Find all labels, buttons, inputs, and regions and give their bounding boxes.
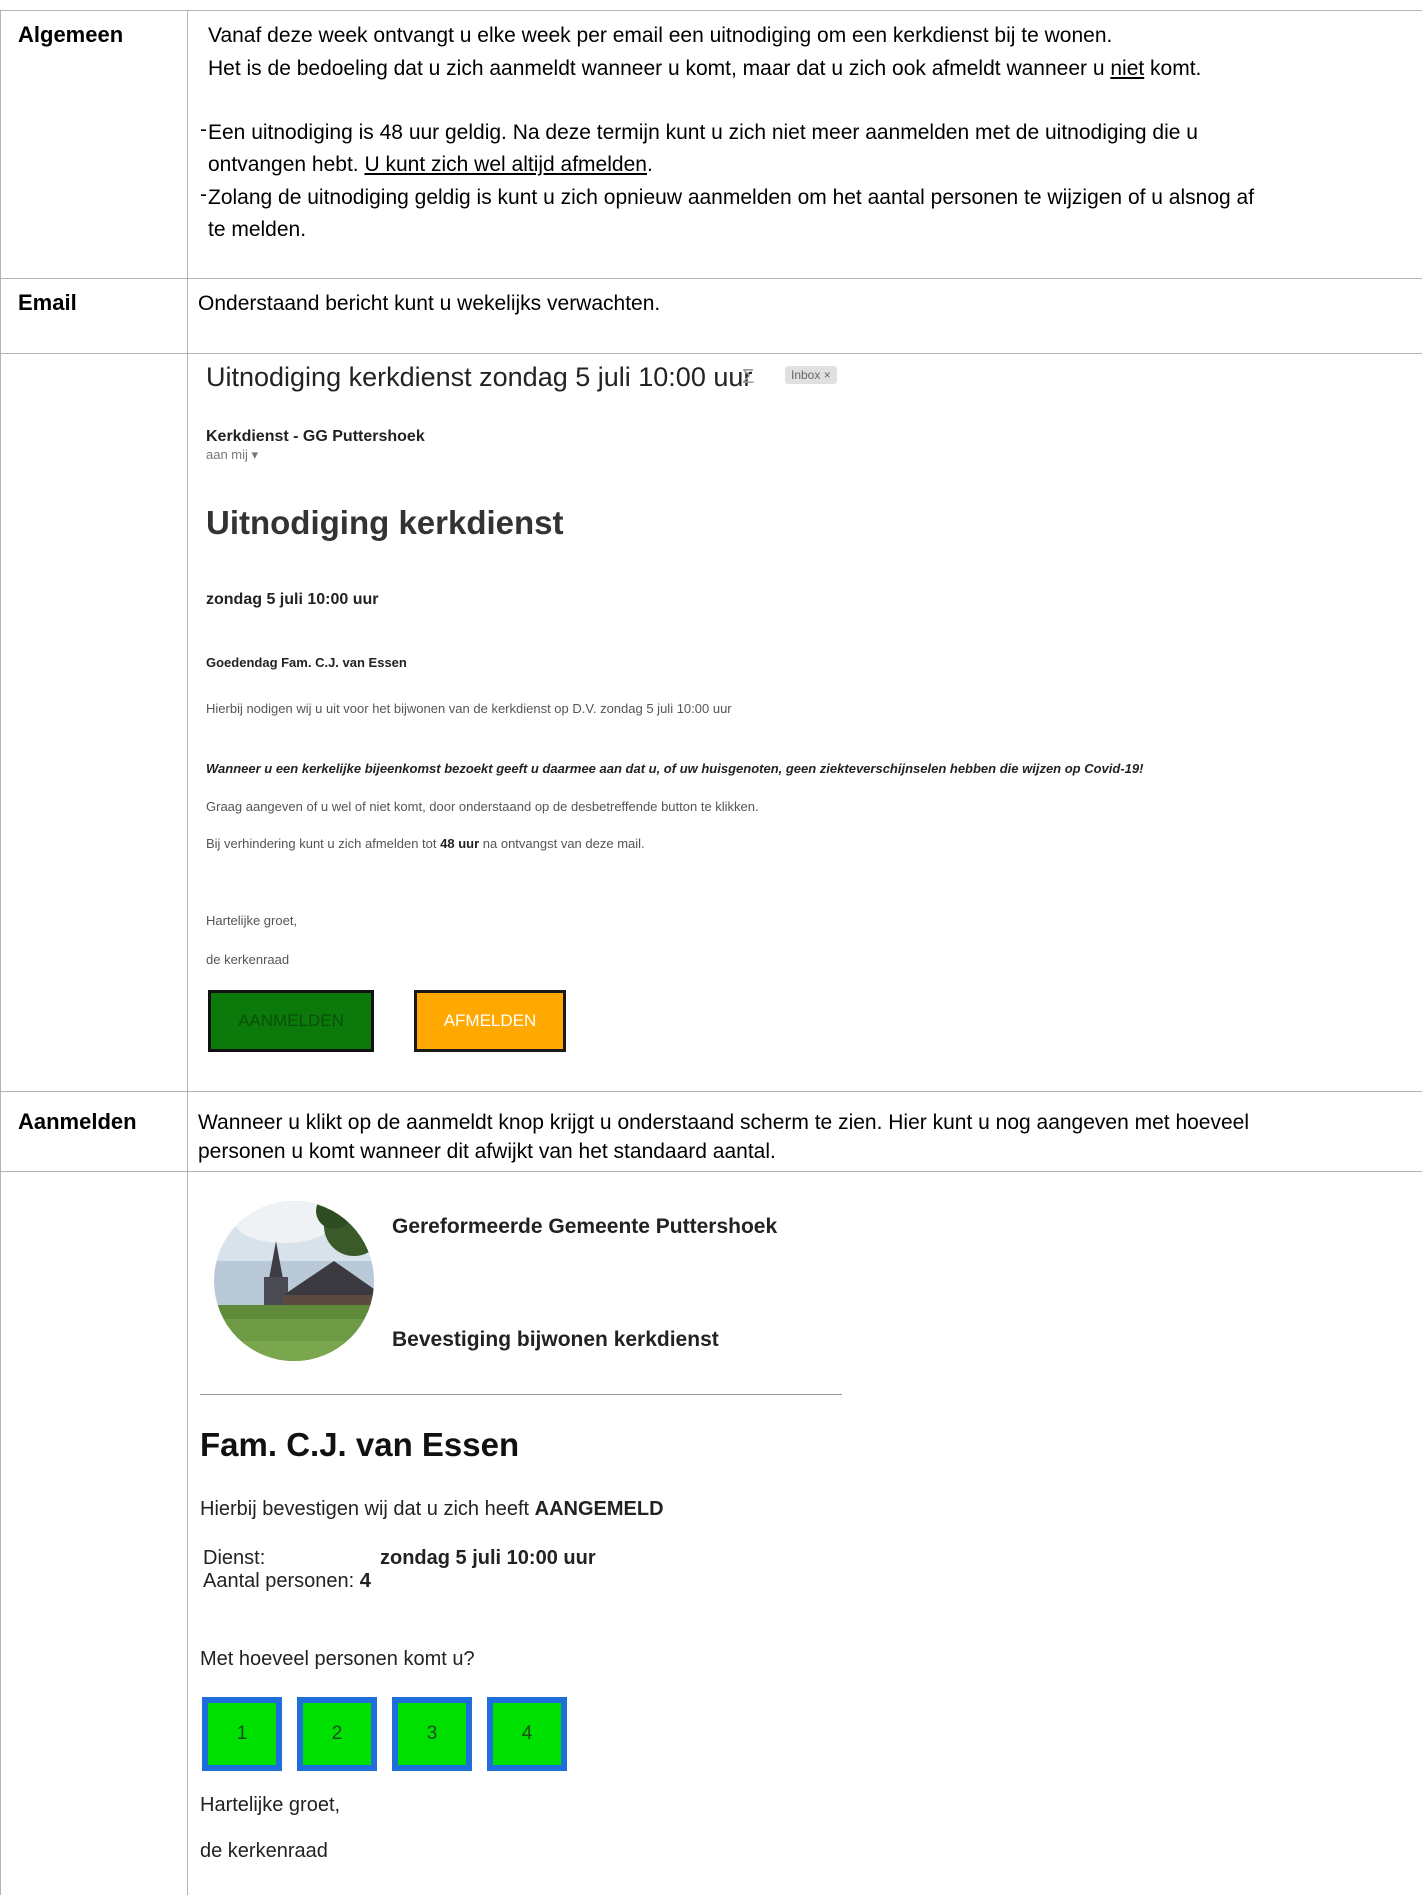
church-photo-icon	[214, 1201, 374, 1361]
mail-service-date: zondag 5 juli 10:00 uur	[206, 591, 379, 608]
table-divider-3	[0, 1091, 1422, 1092]
family-name: Fam. C.J. van Essen	[200, 1426, 520, 1463]
aantal-line: Aantal personen: 4	[203, 1570, 371, 1592]
church-logo-image	[214, 1201, 374, 1361]
mail-sender: Kerkdienst - GG Puttershoek	[206, 428, 425, 445]
aanmelden-line-1: Wanneer u klikt op de aanmeldt knop krij…	[198, 1111, 1250, 1134]
algemeen-bullet-1-line-2: ontvangen hebt. U kunt zich wel altijd a…	[208, 153, 653, 176]
organization-name: Gereformeerde Gemeente Puttershoek	[392, 1215, 778, 1238]
row-label-email: Email	[18, 290, 77, 315]
table-column-divider	[187, 10, 188, 1895]
document-table: Algemeen Vanaf deze week ontvangt u elke…	[0, 0, 1422, 1895]
mail-title: Uitnodiging kerkdienst	[206, 504, 564, 541]
bullet-2: -	[200, 183, 207, 206]
dienst-label: Dienst:	[203, 1547, 266, 1569]
mail-greeting: Goedendag Fam. C.J. van Essen	[206, 655, 407, 670]
email-description: Onderstaand bericht kunt u wekelijks ver…	[198, 292, 661, 315]
mail-regards: Hartelijke groet,	[206, 913, 298, 928]
confirmation-message: Hierbij bevestigen wij dat u zich heeft …	[200, 1498, 664, 1520]
table-border-top	[0, 10, 1422, 11]
table-divider-4	[0, 1171, 1422, 1172]
mail-cancel-deadline: Bij verhindering kunt u zich afmelden to…	[206, 836, 645, 851]
persons-option-1[interactable]: 1	[202, 1697, 282, 1771]
inbox-label-chip[interactable]: Inbox ×	[785, 366, 837, 384]
persons-question: Met hoeveel personen komt u?	[200, 1648, 475, 1670]
persons-option-3[interactable]: 3	[392, 1697, 472, 1771]
algemeen-bullet-1-line-1: Een uitnodiging is 48 uur geldig. Na dez…	[208, 121, 1198, 144]
mail-invite-text: Hierbij nodigen wij u uit voor het bijwo…	[206, 701, 732, 716]
table-divider-2	[0, 353, 1422, 354]
mail-recipient-toggle[interactable]: aan mij ▾	[206, 447, 258, 463]
algemeen-bullet-2-line-2: te melden.	[208, 218, 307, 241]
header-separator	[200, 1394, 842, 1395]
persons-option-4[interactable]: 4	[487, 1697, 567, 1771]
mail-instruction: Graag aangeven of u wel of niet komt, do…	[206, 799, 759, 814]
algemeen-line-2: Het is de bedoeling dat u zich aanmeldt …	[208, 57, 1202, 80]
aanmelden-line-2: personen u komt wanneer dit afwijkt van …	[198, 1140, 776, 1163]
confirm-regards: Hartelijke groet,	[200, 1794, 341, 1816]
algemeen-bullet-2-line-1: Zolang de uitnodiging geldig is kunt u z…	[208, 186, 1255, 209]
afmelden-button[interactable]: AFMELDEN	[414, 990, 566, 1052]
algemeen-line-1: Vanaf deze week ontvangt u elke week per…	[208, 24, 1113, 47]
confirm-signature: de kerkenraad	[200, 1840, 328, 1862]
persons-option-2[interactable]: 2	[297, 1697, 377, 1771]
row-label-algemeen: Algemeen	[18, 22, 124, 47]
bullet-1: -	[200, 118, 207, 141]
dienst-value: zondag 5 juli 10:00 uur	[380, 1547, 596, 1569]
mail-signature: de kerkenraad	[206, 952, 290, 967]
importance-icon: Σ	[742, 366, 755, 388]
aanmelden-button[interactable]: AANMELDEN	[208, 990, 374, 1052]
table-border-left	[0, 10, 1, 1895]
row-label-aanmelden: Aanmelden	[18, 1109, 137, 1134]
confirmation-subtitle: Bevestiging bijwonen kerkdienst	[392, 1328, 719, 1351]
mail-subject: Uitnodiging kerkdienst zondag 5 juli 10:…	[206, 362, 753, 392]
mail-covid-notice: Wanneer u een kerkelijke bijeenkomst bez…	[206, 761, 1144, 776]
table-divider-1	[0, 278, 1422, 279]
